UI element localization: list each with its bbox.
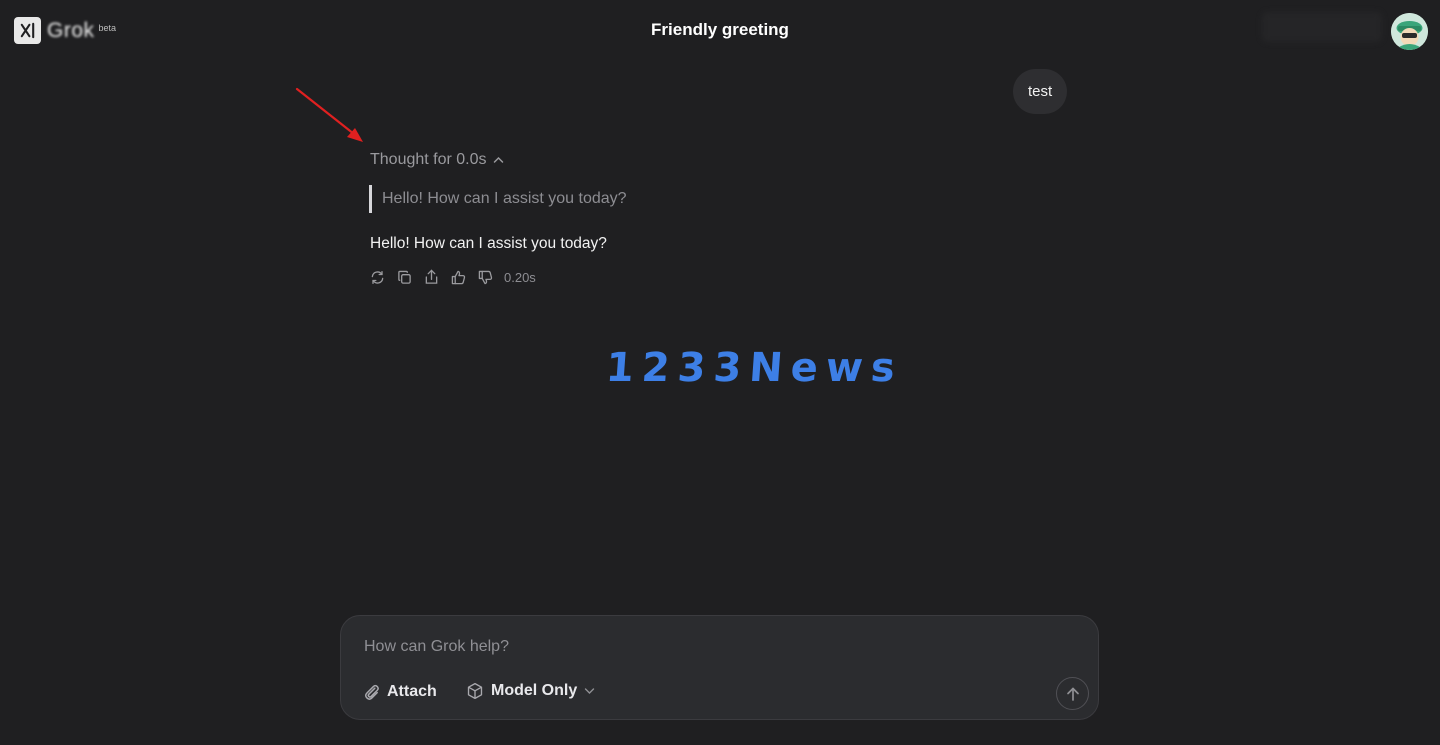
response-time: 0.20s bbox=[504, 269, 536, 285]
thumbs-down-icon[interactable] bbox=[477, 268, 493, 286]
paperclip-icon bbox=[364, 684, 379, 700]
thought-toggle-label: Thought for 0.0s bbox=[370, 151, 487, 168]
message-actions: 0.20s bbox=[369, 268, 536, 286]
thumbs-up-icon[interactable] bbox=[450, 268, 466, 286]
chevron-down-icon bbox=[585, 688, 595, 694]
prompt-input[interactable] bbox=[362, 634, 1066, 660]
composer: Attach Model Only bbox=[340, 615, 1099, 720]
user-message-bubble: test bbox=[1013, 69, 1068, 114]
share-icon[interactable] bbox=[423, 268, 439, 286]
thought-toggle[interactable]: Thought for 0.0s bbox=[370, 151, 504, 169]
thought-content: Hello! How can I assist you today? bbox=[369, 185, 627, 213]
attach-label: Attach bbox=[387, 682, 437, 700]
arrow-up-icon bbox=[1066, 687, 1079, 701]
model-selector[interactable]: Model Only bbox=[466, 682, 595, 700]
chat-page: Grok beta Friendly greeting test Thought… bbox=[0, 0, 1440, 745]
watermark-text: 1233News bbox=[604, 345, 905, 391]
chevron-up-icon bbox=[493, 156, 503, 163]
model-label: Model Only bbox=[491, 682, 578, 699]
regenerate-icon[interactable] bbox=[369, 268, 385, 286]
page-title: Friendly greeting bbox=[651, 20, 789, 39]
copy-icon[interactable] bbox=[396, 268, 412, 286]
cube-icon bbox=[467, 682, 483, 700]
blurred-header-controls bbox=[1262, 12, 1382, 42]
watermark-logo: 1233News bbox=[604, 345, 904, 391]
avatar[interactable] bbox=[1391, 13, 1428, 50]
assistant-answer: Hello! How can I assist you today? bbox=[370, 235, 607, 252]
annotation-arrow-icon bbox=[295, 87, 363, 142]
send-button[interactable] bbox=[1056, 677, 1089, 710]
attach-button[interactable]: Attach bbox=[362, 682, 437, 701]
